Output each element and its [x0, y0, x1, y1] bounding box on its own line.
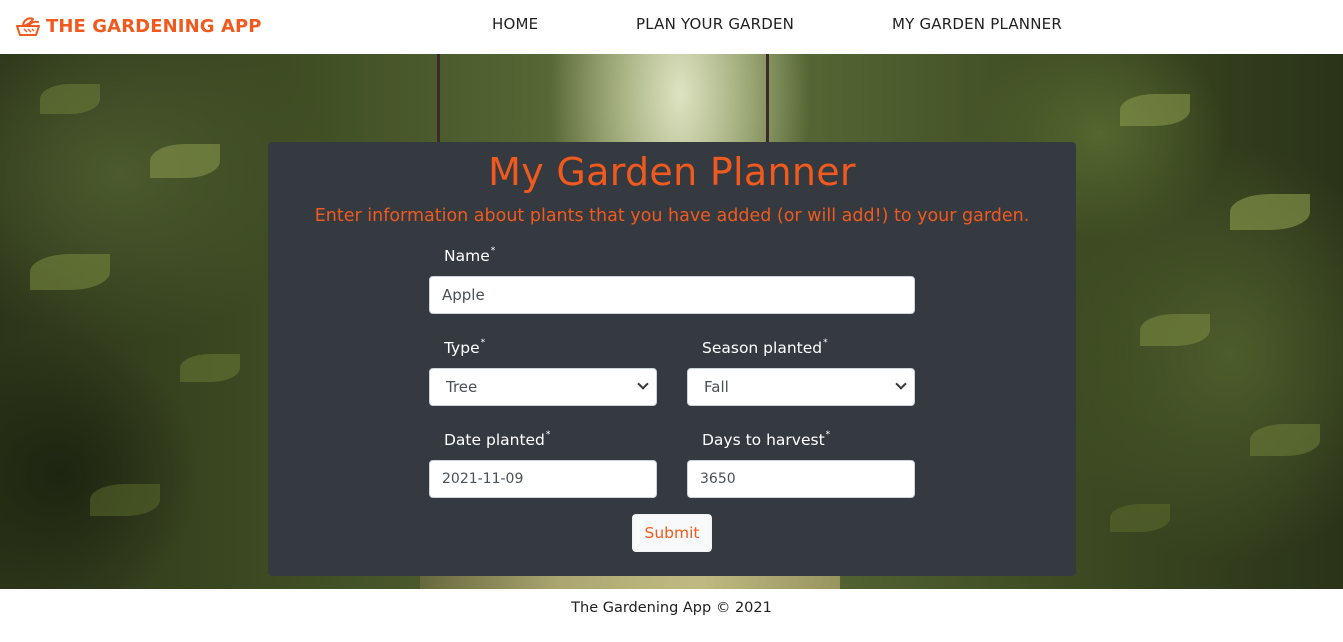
- foliage-decoration: [180, 354, 240, 382]
- page-subtitle: Enter information about plants that you …: [314, 206, 1030, 226]
- chevron-down-icon: [895, 378, 907, 390]
- footer: The Gardening App © 2021: [0, 589, 1343, 642]
- nav-my-garden-planner[interactable]: MY GARDEN PLANNER: [892, 15, 1062, 33]
- foliage-decoration: [1230, 194, 1310, 230]
- foliage-decoration: [1140, 314, 1210, 346]
- type-select-value: Tree: [446, 378, 478, 396]
- foliage-decoration: [1110, 504, 1170, 532]
- foliage-decoration: [1250, 424, 1320, 456]
- garden-planner-form: My Garden Planner Enter information abou…: [268, 142, 1076, 576]
- nav-plan-your-garden[interactable]: PLAN YOUR GARDEN: [636, 15, 794, 33]
- date-input[interactable]: 2021-11-09: [429, 460, 657, 498]
- season-label: Season planted*: [702, 338, 828, 357]
- chevron-down-icon: [637, 378, 649, 390]
- days-input[interactable]: 3650: [687, 460, 915, 498]
- type-label: Type*: [444, 338, 486, 357]
- type-select[interactable]: Tree: [429, 368, 657, 406]
- date-label: Date planted*: [444, 430, 551, 449]
- swing-rope-left: [437, 54, 440, 144]
- navbar: THE GARDENING APP HOME PLAN YOUR GARDEN …: [0, 0, 1343, 54]
- page-title: My Garden Planner: [488, 150, 856, 194]
- foliage-decoration: [1120, 94, 1190, 126]
- days-label: Days to harvest*: [702, 430, 831, 449]
- swing-rope-right: [766, 54, 769, 144]
- season-select[interactable]: Fall: [687, 368, 915, 406]
- foliage-decoration: [90, 484, 160, 516]
- name-label: Name*: [444, 246, 496, 265]
- brand-link[interactable]: THE GARDENING APP: [15, 13, 262, 39]
- nav-home[interactable]: HOME: [492, 15, 538, 33]
- season-select-value: Fall: [704, 378, 729, 396]
- foliage-decoration: [40, 84, 100, 114]
- brand-name: THE GARDENING APP: [46, 15, 262, 37]
- foliage-decoration: [150, 144, 220, 178]
- leaf-basket-icon: [15, 15, 41, 37]
- name-input[interactable]: Apple: [429, 276, 915, 314]
- submit-button[interactable]: Submit: [632, 514, 712, 552]
- foliage-decoration: [30, 254, 110, 290]
- footer-copyright: The Gardening App © 2021: [571, 600, 772, 616]
